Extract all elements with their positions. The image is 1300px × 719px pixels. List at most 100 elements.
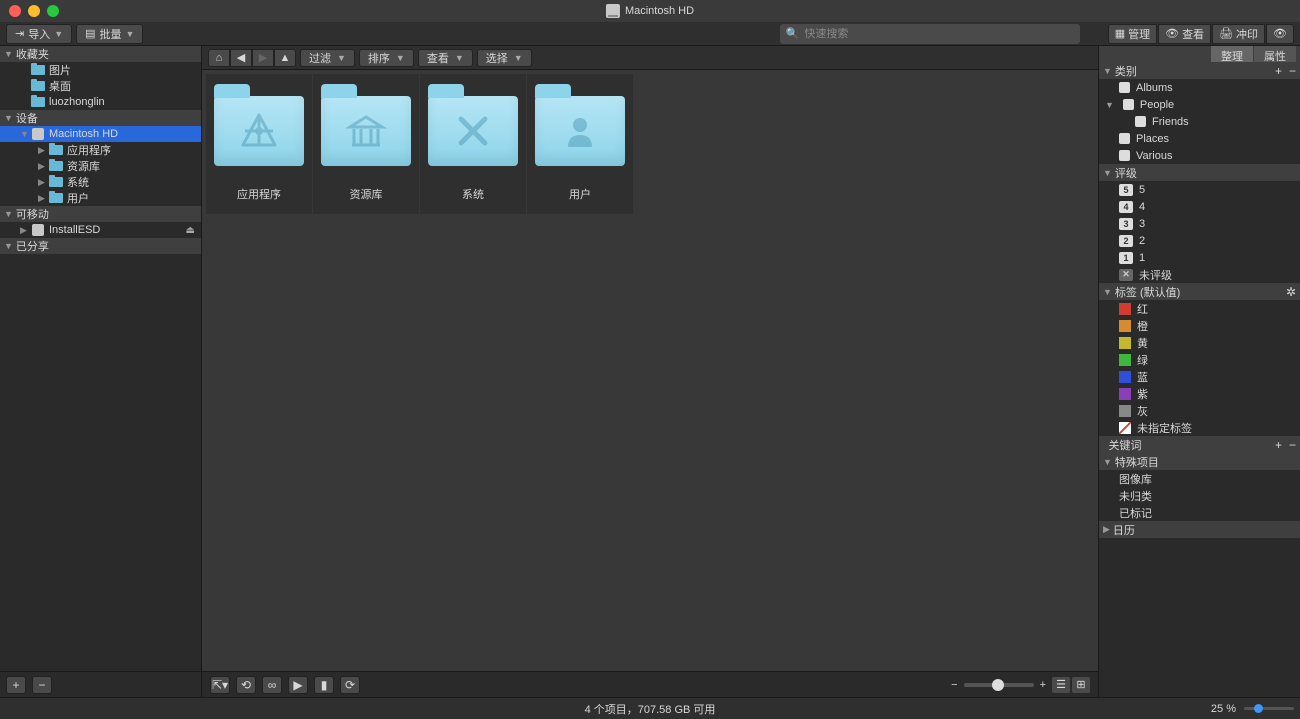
- add-button[interactable]: +: [1275, 438, 1282, 452]
- sidebar-item-home[interactable]: luozhonglin: [0, 94, 201, 110]
- panel-category[interactable]: ▼类别+−: [1099, 62, 1300, 79]
- panel-button[interactable]: ▮: [314, 676, 334, 694]
- category-item[interactable]: Various: [1099, 147, 1300, 164]
- select-dropdown[interactable]: 选择▼: [477, 49, 532, 67]
- checkbox[interactable]: [1119, 82, 1130, 93]
- checkbox[interactable]: [1119, 133, 1130, 144]
- category-item[interactable]: Friends: [1099, 113, 1300, 130]
- special-item[interactable]: 已标记: [1099, 504, 1300, 521]
- tag-item[interactable]: 橙: [1099, 317, 1300, 334]
- rating-item[interactable]: 33: [1099, 215, 1300, 232]
- chevron-down-icon: ▼: [1103, 287, 1112, 297]
- category-item[interactable]: ▼People: [1099, 96, 1300, 113]
- panel-special[interactable]: ▼特殊项目: [1099, 453, 1300, 470]
- add-button[interactable]: +: [1275, 64, 1282, 78]
- color-swatch: [1119, 405, 1131, 417]
- rating-badge: 2: [1119, 235, 1133, 247]
- batch-button[interactable]: ▤ 批量 ▼: [76, 24, 143, 44]
- section-removable[interactable]: ▼可移动: [0, 206, 201, 222]
- rating-item[interactable]: ✕未评级: [1099, 266, 1300, 283]
- search-box[interactable]: 🔍: [780, 24, 1080, 44]
- sort-dropdown[interactable]: 排序▼: [359, 49, 414, 67]
- export-button[interactable]: ⇱▾: [210, 676, 230, 694]
- section-favorites[interactable]: ▼收藏夹: [0, 46, 201, 62]
- link-button[interactable]: ∞: [262, 676, 282, 694]
- sidebar-footer: + −: [0, 671, 201, 697]
- import-button[interactable]: ⇥ 导入 ▼: [6, 24, 72, 44]
- panel-rating[interactable]: ▼评级: [1099, 164, 1300, 181]
- section-devices[interactable]: ▼设备: [0, 110, 201, 126]
- category-item[interactable]: Places: [1099, 130, 1300, 147]
- panel-keywords[interactable]: 关键词+−: [1099, 436, 1300, 453]
- section-shared[interactable]: ▼已分享: [0, 238, 201, 254]
- manage-button[interactable]: ▦管理: [1108, 24, 1157, 44]
- sidebar-item-installesd[interactable]: ▶InstallESD⏏: [0, 222, 201, 238]
- tab-organize[interactable]: 整理: [1211, 46, 1253, 62]
- rating-item[interactable]: 55: [1099, 181, 1300, 198]
- gear-icon[interactable]: ✲: [1286, 285, 1296, 299]
- rotate-button[interactable]: ⟲: [236, 676, 256, 694]
- folder-applications[interactable]: 应用程序: [206, 74, 312, 214]
- play-button[interactable]: ▶: [288, 676, 308, 694]
- checkbox[interactable]: [1119, 150, 1130, 161]
- tag-item[interactable]: 未指定标签: [1099, 419, 1300, 436]
- rating-item[interactable]: 22: [1099, 232, 1300, 249]
- folder-system[interactable]: 系统: [420, 74, 526, 214]
- filter-dropdown[interactable]: 过滤▼: [300, 49, 355, 67]
- tag-item[interactable]: 紫: [1099, 385, 1300, 402]
- sidebar-item-system[interactable]: ▶系统: [0, 174, 201, 190]
- sidebar-item-applications[interactable]: ▶应用程序: [0, 142, 201, 158]
- folder-icon: [31, 81, 45, 91]
- remove-button[interactable]: −: [32, 676, 52, 694]
- zoom-in-button[interactable]: +: [1040, 679, 1046, 691]
- sidebar-item-users[interactable]: ▶用户: [0, 190, 201, 206]
- special-item[interactable]: 图像库: [1099, 470, 1300, 487]
- sidebar-item-library[interactable]: ▶资源库: [0, 158, 201, 174]
- refresh-button[interactable]: ⟳: [340, 676, 360, 694]
- folder-users[interactable]: 用户: [527, 74, 633, 214]
- special-item[interactable]: 未归类: [1099, 487, 1300, 504]
- grid-view-button[interactable]: ⊞: [1072, 677, 1090, 693]
- eject-icon[interactable]: ⏏: [186, 225, 195, 236]
- search-input[interactable]: [804, 28, 1073, 40]
- checkbox[interactable]: [1135, 116, 1146, 127]
- tag-item[interactable]: 灰: [1099, 402, 1300, 419]
- zoom-slider[interactable]: [964, 683, 1034, 687]
- tag-item[interactable]: 黄: [1099, 334, 1300, 351]
- eye-off-icon: 👁: [1273, 27, 1287, 40]
- sidebar-item-desktop[interactable]: 桌面: [0, 78, 201, 94]
- rating-item[interactable]: 11: [1099, 249, 1300, 266]
- close-icon[interactable]: [9, 5, 21, 17]
- add-button[interactable]: +: [6, 676, 26, 694]
- tab-properties[interactable]: 属性: [1254, 46, 1296, 62]
- checkbox[interactable]: [1123, 99, 1134, 110]
- up-button[interactable]: ▲: [274, 49, 296, 67]
- zoom-out-button[interactable]: −: [951, 679, 957, 691]
- panel-tags[interactable]: ▼标签 (默认值)✲: [1099, 283, 1300, 300]
- back-button[interactable]: ◀: [230, 49, 252, 67]
- zoom-slider[interactable]: [1244, 707, 1294, 710]
- folder-icon: [214, 96, 304, 166]
- view-button[interactable]: 👁查看: [1158, 24, 1211, 44]
- tag-item[interactable]: 绿: [1099, 351, 1300, 368]
- sidebar-item-pictures[interactable]: 图片: [0, 62, 201, 78]
- sidebar-item-macintosh-hd[interactable]: ▼Macintosh HD: [0, 126, 201, 142]
- folder-library[interactable]: 资源库: [313, 74, 419, 214]
- rating-item[interactable]: 44: [1099, 198, 1300, 215]
- home-button[interactable]: ⌂: [208, 49, 230, 67]
- maximize-icon[interactable]: [47, 5, 59, 17]
- chevron-down-icon: ▼: [1103, 66, 1112, 76]
- panel-calendar[interactable]: ▶日历: [1099, 521, 1300, 538]
- remove-button[interactable]: −: [1289, 438, 1296, 452]
- tag-item[interactable]: 蓝: [1099, 368, 1300, 385]
- print-button[interactable]: 🖨冲印: [1212, 24, 1265, 44]
- category-item[interactable]: Albums: [1099, 79, 1300, 96]
- list-view-button[interactable]: ☰: [1052, 677, 1070, 693]
- folder-icon: [535, 96, 625, 166]
- overflow-button[interactable]: 👁: [1266, 24, 1294, 44]
- tag-item[interactable]: 红: [1099, 300, 1300, 317]
- forward-button[interactable]: ▶: [252, 49, 274, 67]
- look-dropdown[interactable]: 查看▼: [418, 49, 473, 67]
- remove-button[interactable]: −: [1289, 64, 1296, 78]
- minimize-icon[interactable]: [28, 5, 40, 17]
